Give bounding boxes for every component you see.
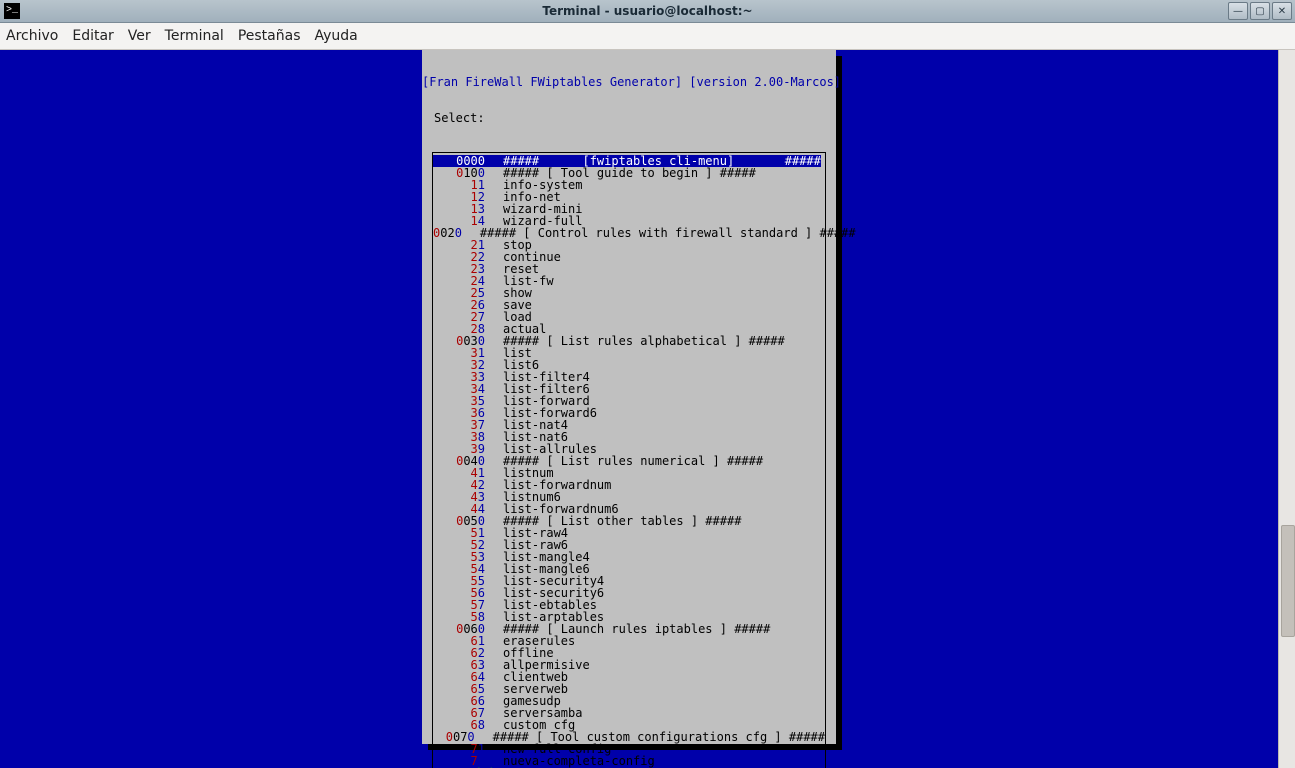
dialog-select-label: Select: <box>422 112 836 124</box>
minimize-button[interactable]: — <box>1228 2 1248 20</box>
window-buttons: — ▢ ✕ <box>1228 2 1295 20</box>
menu-item-ver[interactable]: Ver <box>128 28 151 44</box>
option-label: nueva-completa-config <box>489 754 655 768</box>
terminal-icon-glyph: >_ <box>6 6 18 16</box>
window-titlebar: >_ Terminal - usuario@localhost:~ — ▢ ✕ <box>0 0 1295 23</box>
option-label: ##### [ List rules alphabetical ] ##### <box>489 334 785 348</box>
dialog-list-frame: 0000##### [fwiptables cli-menu] #####010… <box>432 152 826 768</box>
scrollbar-thumb[interactable] <box>1281 525 1295 637</box>
maximize-button[interactable]: ▢ <box>1250 2 1270 20</box>
terminal-content[interactable]: [Fran FireWall FWiptables Generator] [ve… <box>0 50 1279 768</box>
menu-item-pestañas[interactable]: Pestañas <box>238 28 301 44</box>
menubar: Archivo Editar Ver Terminal Pestañas Ayuda <box>0 23 1295 50</box>
menu-item-ayuda[interactable]: Ayuda <box>315 28 358 44</box>
option-number: 0020 <box>433 227 466 239</box>
window-title: Terminal - usuario@localhost:~ <box>0 4 1295 18</box>
terminal-area: [Fran FireWall FWiptables Generator] [ve… <box>0 50 1295 768</box>
menu-item-archivo[interactable]: Archivo <box>6 28 58 44</box>
close-button[interactable]: ✕ <box>1272 2 1292 20</box>
terminal-scrollbar[interactable] <box>1278 50 1295 768</box>
dialog-header: [Fran FireWall FWiptables Generator] [ve… <box>422 74 836 88</box>
dialog-box: [Fran FireWall FWiptables Generator] [ve… <box>422 50 836 744</box>
terminal-icon: >_ <box>4 3 20 19</box>
menu-item-terminal[interactable]: Terminal <box>165 28 224 44</box>
menu-item-editar[interactable]: Editar <box>72 28 113 44</box>
